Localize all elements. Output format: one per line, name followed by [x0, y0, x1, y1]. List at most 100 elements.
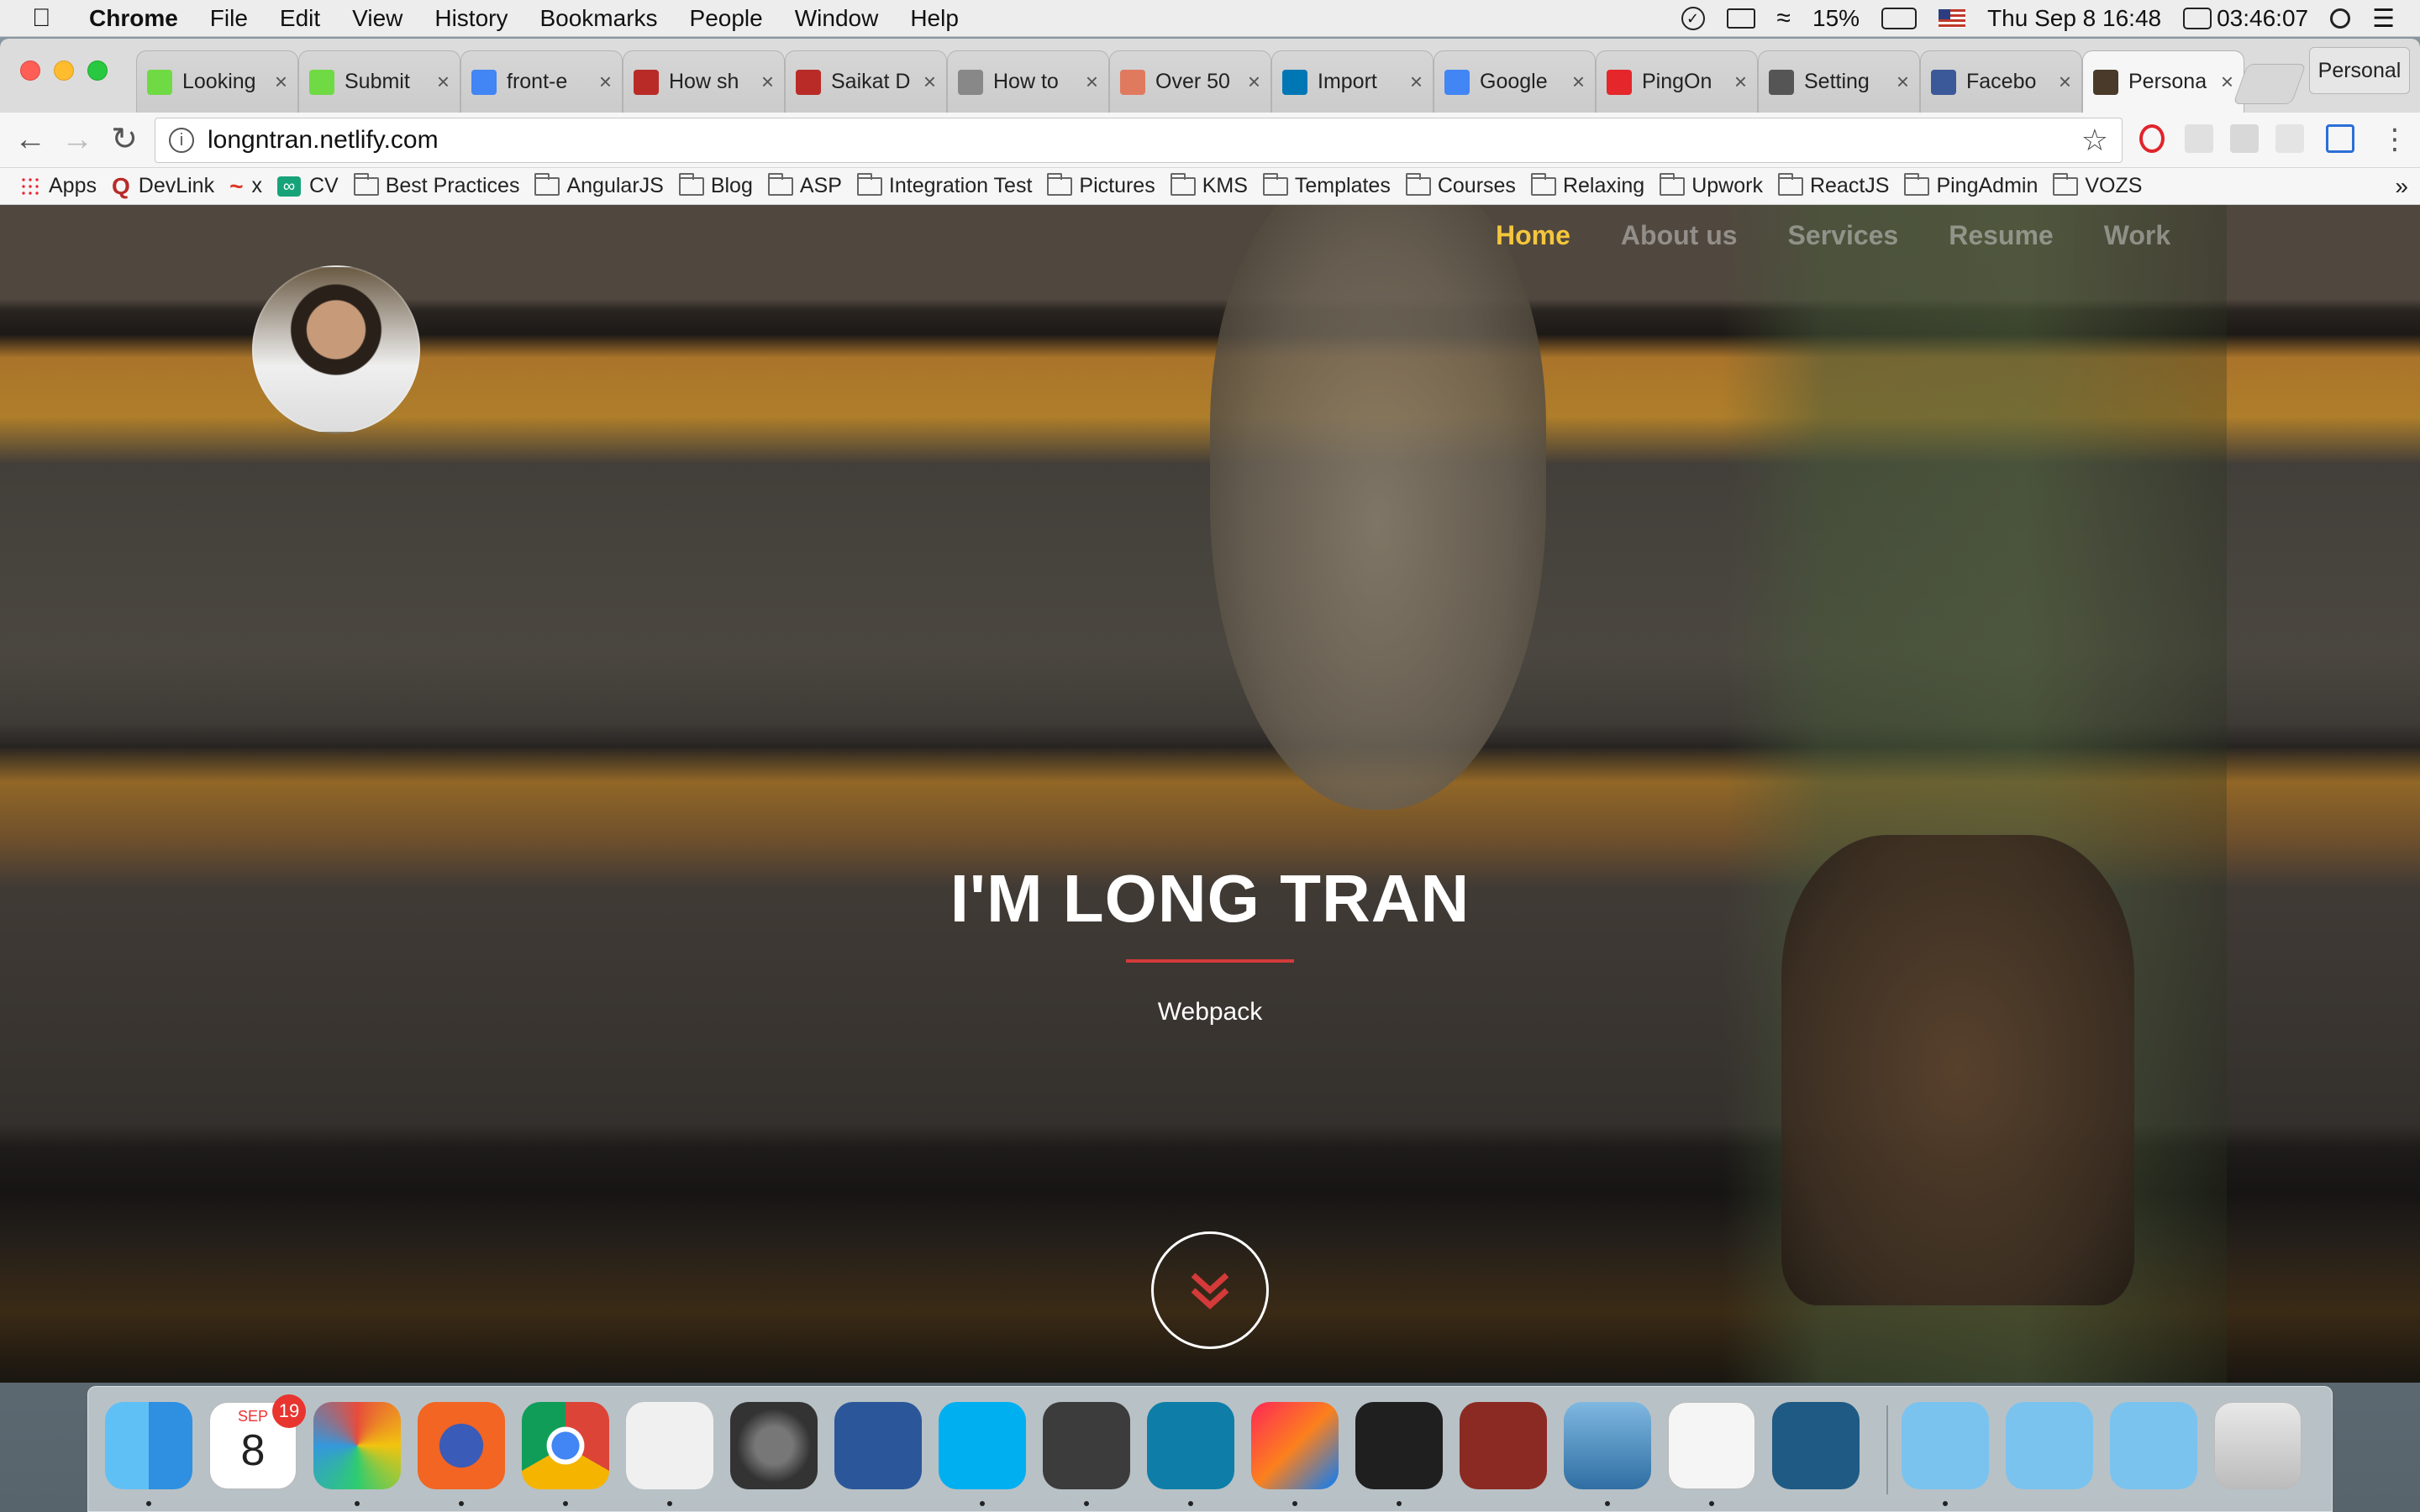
- site-info-icon[interactable]: i: [169, 128, 194, 153]
- tab-8[interactable]: Import ×: [1271, 50, 1434, 113]
- nav-work[interactable]: Work: [2104, 220, 2170, 251]
- tab-12[interactable]: Facebo ×: [1920, 50, 2082, 113]
- bookmarks-overflow-icon[interactable]: »: [2395, 173, 2408, 200]
- scroll-down-button[interactable]: [1151, 1231, 1269, 1349]
- menu-view[interactable]: View: [352, 5, 402, 32]
- tab-2[interactable]: Submit ×: [298, 50, 460, 113]
- terminal-icon[interactable]: [1355, 1402, 1443, 1489]
- dictionary-icon[interactable]: [1460, 1402, 1547, 1489]
- tab-close-icon[interactable]: ×: [267, 69, 287, 95]
- downloads-folder-icon[interactable]: [2110, 1402, 2197, 1489]
- tab-close-icon[interactable]: ×: [1240, 69, 1260, 95]
- menu-file[interactable]: File: [210, 5, 248, 32]
- menu-edit[interactable]: Edit: [280, 5, 320, 32]
- tab-close-icon[interactable]: ×: [1565, 69, 1585, 95]
- bookmark-devlink[interactable]: Q DevLink: [112, 173, 214, 200]
- calendar-icon[interactable]: SEP 8 19: [209, 1394, 306, 1489]
- airplay-icon[interactable]: [1726, 8, 1755, 29]
- opera-extension-icon[interactable]: [2139, 124, 2165, 153]
- notification-center-icon[interactable]: ☰: [2372, 4, 2395, 34]
- bookmark-best-practices[interactable]: Best Practices: [353, 172, 519, 198]
- profile-avatar[interactable]: [252, 265, 420, 433]
- tab-5[interactable]: Saikat D ×: [785, 50, 947, 113]
- close-window-button[interactable]: [20, 60, 40, 81]
- java-icon[interactable]: [1668, 1402, 1755, 1489]
- react-devtools-icon[interactable]: [2185, 124, 2213, 153]
- bookmark-cv[interactable]: ∞ CV: [276, 174, 339, 198]
- dashlane-icon[interactable]: [1147, 1402, 1234, 1489]
- mysql-workbench-icon[interactable]: [1772, 1402, 1860, 1489]
- menu-clock[interactable]: Thu Sep 8 16:48: [1987, 5, 2161, 32]
- nav-services[interactable]: Services: [1788, 220, 1899, 251]
- menu-history[interactable]: History: [434, 5, 508, 32]
- slack-icon[interactable]: [626, 1402, 713, 1489]
- tab-close-icon[interactable]: ×: [2213, 69, 2233, 95]
- bookmark-pingadmin[interactable]: PingAdmin: [1904, 172, 2038, 198]
- finder-icon[interactable]: [105, 1402, 192, 1489]
- preview-icon[interactable]: [1564, 1402, 1651, 1489]
- skype-icon[interactable]: [939, 1402, 1026, 1489]
- zoom-window-button[interactable]: [87, 60, 108, 81]
- timer-app-icon[interactable]: [2183, 8, 2212, 29]
- tab-1[interactable]: Looking ×: [136, 50, 298, 113]
- tab-3[interactable]: front-e ×: [460, 50, 623, 113]
- menu-people[interactable]: People: [690, 5, 763, 32]
- nav-home[interactable]: Home: [1496, 220, 1570, 251]
- trash-icon[interactable]: [2214, 1402, 2302, 1489]
- system-preferences-icon[interactable]: [730, 1402, 818, 1489]
- bookmark-star-icon[interactable]: ☆: [2081, 123, 2108, 158]
- tab-close-icon[interactable]: ×: [1889, 69, 1909, 95]
- bookmark-angularjs[interactable]: AngularJS: [534, 172, 664, 198]
- battery-icon[interactable]: [1881, 8, 1918, 29]
- nav-about-us[interactable]: About us: [1621, 220, 1738, 251]
- bookmark-reactjs[interactable]: ReactJS: [1777, 172, 1889, 198]
- bookmark-upwork[interactable]: Upwork: [1660, 172, 1763, 198]
- tab-close-icon[interactable]: ×: [1402, 69, 1423, 95]
- chrome-icon[interactable]: [522, 1402, 609, 1489]
- bookmark-kms[interactable]: KMS: [1170, 172, 1248, 198]
- bookmark-x[interactable]: ~ x: [229, 173, 262, 200]
- spotlight-search-icon[interactable]: [2330, 8, 2351, 29]
- tab-6[interactable]: How to ×: [947, 50, 1109, 113]
- sync-status-icon[interactable]: ✓: [1681, 7, 1705, 30]
- es-extension-icon[interactable]: [2230, 124, 2259, 153]
- bookmark-vozs[interactable]: VOZS: [2053, 172, 2142, 198]
- intellij-icon[interactable]: [1251, 1402, 1339, 1489]
- firefox-icon[interactable]: [418, 1402, 505, 1489]
- apple-icon[interactable]: : [32, 4, 66, 33]
- minimize-window-button[interactable]: [54, 60, 74, 81]
- nav-resume[interactable]: Resume: [1949, 220, 2054, 251]
- tab-close-icon[interactable]: ×: [1078, 69, 1098, 95]
- forward-arrow-icon[interactable]: →: [59, 121, 96, 158]
- sublime-text-icon[interactable]: [1043, 1402, 1130, 1489]
- tab-close-icon[interactable]: ×: [1727, 69, 1747, 95]
- bookmark-asp[interactable]: ASP: [767, 172, 842, 198]
- menu-help[interactable]: Help: [910, 5, 959, 32]
- bookmark-apps[interactable]: Apps: [20, 174, 97, 198]
- pinterest-extension-icon[interactable]: [2275, 124, 2304, 153]
- timer-readout[interactable]: 03:46:07: [2217, 5, 2308, 32]
- tab-7[interactable]: Over 50 ×: [1109, 50, 1271, 113]
- bookmark-relaxing[interactable]: Relaxing: [1530, 172, 1644, 198]
- documents-folder-icon[interactable]: [2006, 1402, 2093, 1489]
- input-source-flag-icon[interactable]: [1939, 9, 1966, 28]
- tab-close-icon[interactable]: ×: [592, 69, 612, 95]
- bookmark-pictures[interactable]: Pictures: [1047, 172, 1155, 198]
- tab-13[interactable]: Persona ×: [2082, 50, 2244, 113]
- bookmark-templates[interactable]: Templates: [1262, 172, 1391, 198]
- url-text[interactable]: longntran.netlify.com: [208, 126, 439, 155]
- menu-bookmarks[interactable]: Bookmarks: [539, 5, 657, 32]
- tab-4[interactable]: How sh ×: [623, 50, 785, 113]
- profile-button[interactable]: Personal: [2309, 47, 2410, 94]
- word-icon[interactable]: [834, 1402, 922, 1489]
- tab-close-icon[interactable]: ×: [2051, 69, 2071, 95]
- reload-icon[interactable]: ↻: [106, 121, 143, 158]
- tab-10[interactable]: PingOn ×: [1596, 50, 1758, 113]
- address-bar[interactable]: i longntran.netlify.com ☆: [155, 118, 2123, 163]
- bookmark-blog[interactable]: Blog: [678, 172, 753, 198]
- tab-close-icon[interactable]: ×: [754, 69, 774, 95]
- menu-window[interactable]: Window: [795, 5, 879, 32]
- photo-booth-icon[interactable]: [313, 1402, 401, 1489]
- bookmark-courses[interactable]: Courses: [1405, 172, 1516, 198]
- tab-close-icon[interactable]: ×: [916, 69, 936, 95]
